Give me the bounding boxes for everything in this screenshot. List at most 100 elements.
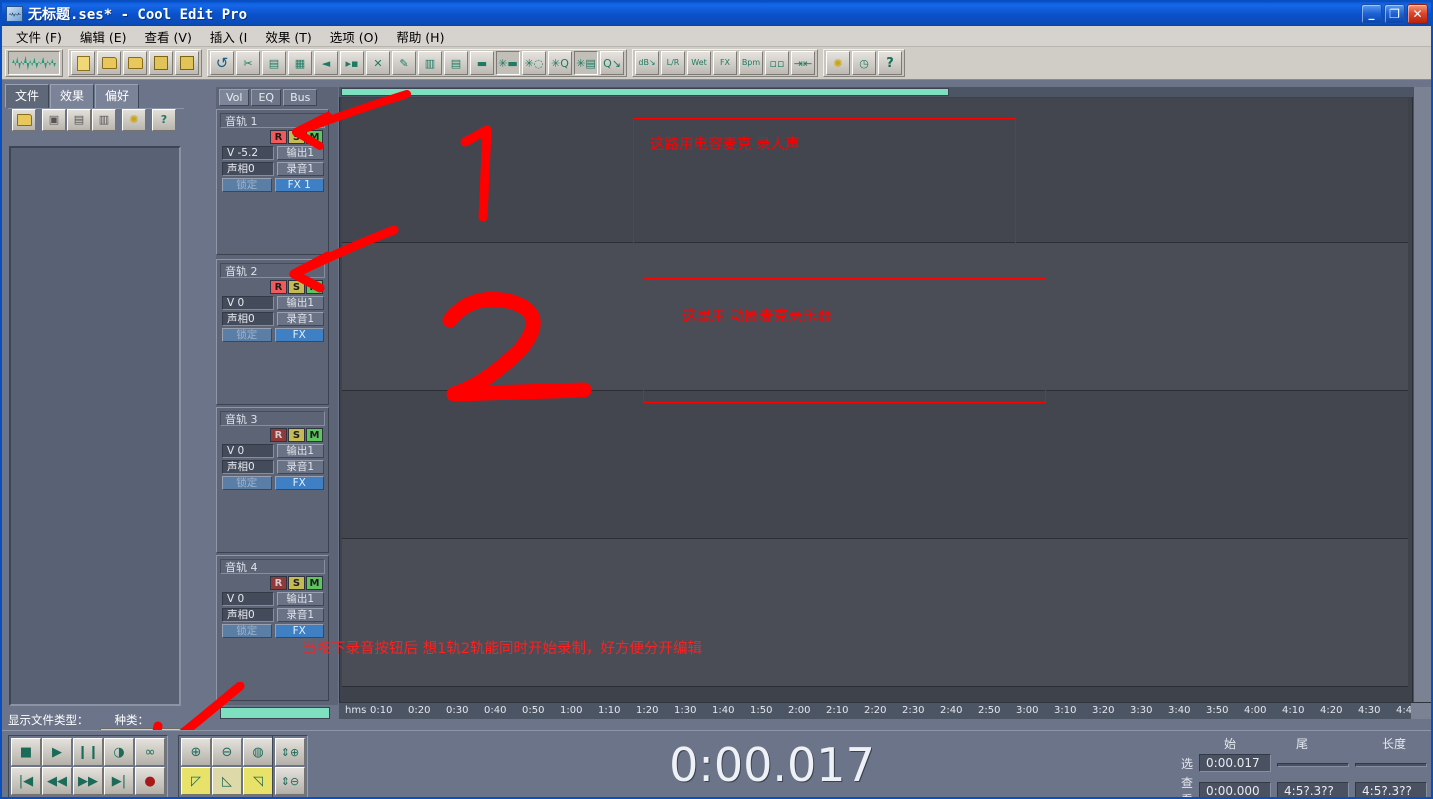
copy-icon[interactable]: ▤	[262, 51, 286, 75]
lock-button-4[interactable]: 锁定	[222, 624, 272, 638]
stop-icon[interactable]: ■	[11, 738, 41, 766]
zoom-full-icon[interactable]: ◍	[243, 738, 273, 766]
lock-button-1[interactable]: 锁定	[222, 178, 272, 192]
mute-button-3[interactable]: M	[306, 428, 323, 442]
snap-cue-icon[interactable]: ✳Q	[548, 51, 572, 75]
tab-effects[interactable]: 效果	[50, 84, 95, 108]
tab-favorites[interactable]: 偏好	[95, 84, 140, 108]
fx-button-4[interactable]: FX	[274, 624, 324, 638]
tab-eq[interactable]: EQ	[251, 89, 282, 106]
mute-button-2[interactable]: M	[306, 280, 323, 294]
zoom-in-right-icon[interactable]: ◹	[243, 767, 273, 795]
solo-button-2[interactable]: S	[288, 280, 305, 294]
menu-edit[interactable]: 编辑 (E)	[71, 25, 136, 48]
marker-icon[interactable]: ✎	[392, 51, 416, 75]
fast-forward-icon[interactable]: ▶▶	[73, 767, 103, 795]
tab-bus[interactable]: Bus	[283, 89, 318, 106]
selection-end-field[interactable]	[1277, 763, 1350, 767]
horizontal-scrollbar[interactable]	[339, 87, 1413, 97]
pan-field-2[interactable]: 声相0	[222, 312, 274, 326]
menu-effects[interactable]: 效果 (T)	[256, 25, 320, 48]
play-icon[interactable]: ▶	[42, 738, 72, 766]
pan-field-1[interactable]: 声相0	[222, 162, 274, 176]
timeline-ruler[interactable]: hms 0:10 0:20 0:30 0:40 0:50 1:00 1:10 1…	[339, 702, 1431, 719]
fx-button-3[interactable]: FX	[274, 476, 324, 490]
open-folder-icon[interactable]	[97, 51, 121, 75]
rec-device-button-4[interactable]: 录音1	[276, 608, 324, 622]
record-arm-button-4[interactable]: R	[270, 576, 287, 590]
menu-view[interactable]: 查看 (V)	[136, 25, 201, 48]
waveform-icon[interactable]	[8, 51, 60, 75]
pan-lr-icon[interactable]: L/R	[661, 51, 685, 75]
options-icon[interactable]: ✺	[122, 108, 146, 131]
lock-button-3[interactable]: 锁定	[222, 476, 272, 490]
minimize-button[interactable]: _	[1361, 4, 1382, 24]
selection-start-field[interactable]: 0:00.017	[1199, 754, 1272, 772]
track-order-icon[interactable]: ▬	[470, 51, 494, 75]
zoom-in-horizontal-icon[interactable]: ⊕	[181, 738, 211, 766]
track-column-scroll-thumb[interactable]	[220, 707, 330, 719]
selection-length-field[interactable]	[1355, 763, 1428, 767]
close-file-icon[interactable]: ▣	[42, 108, 66, 131]
go-to-end-icon[interactable]: ▶|	[104, 767, 134, 795]
output-button-2[interactable]: 输出1	[276, 296, 324, 310]
loop-icon[interactable]: ∞	[135, 738, 165, 766]
insert-icon[interactable]: ▤	[67, 108, 91, 131]
fx-button-1[interactable]: FX 1	[274, 178, 324, 192]
undo-icon[interactable]: ↺	[210, 51, 234, 75]
save-as-icon[interactable]	[175, 51, 199, 75]
maximize-button[interactable]: ❐	[1384, 4, 1405, 24]
zoom-in-left-icon[interactable]: ◺	[212, 767, 242, 795]
solo-button-3[interactable]: S	[288, 428, 305, 442]
volume-field-4[interactable]: V 0	[222, 592, 274, 606]
track-lane-4[interactable]	[342, 539, 1408, 687]
close-button[interactable]: ✕	[1407, 4, 1428, 24]
zoom-in-vertical-icon[interactable]: ⇕⊕	[275, 738, 305, 766]
fx-button-2[interactable]: FX	[274, 328, 324, 342]
cue-list-icon[interactable]: ▥	[418, 51, 442, 75]
play-list-icon[interactable]: ▤	[444, 51, 468, 75]
zoom-out-horizontal-icon[interactable]: ⊖	[212, 738, 242, 766]
mute-button-1[interactable]: M	[306, 130, 323, 144]
menu-file[interactable]: 文件 (F)	[7, 25, 71, 48]
snap-loop-icon[interactable]: Q↘	[600, 51, 624, 75]
solo-button-4[interactable]: S	[288, 576, 305, 590]
zoom-to-selection-icon[interactable]: ◸	[181, 767, 211, 795]
file-list[interactable]	[9, 146, 181, 706]
help-icon[interactable]: ?	[152, 108, 176, 131]
solo-button-1[interactable]: S	[288, 130, 305, 144]
trim-icon[interactable]: ▸▪	[340, 51, 364, 75]
track-name-2[interactable]: 音轨 2	[220, 263, 325, 278]
new-file-icon[interactable]	[71, 51, 95, 75]
lock-clip-icon[interactable]: ▫▫	[765, 51, 789, 75]
open-append-icon[interactable]	[123, 51, 147, 75]
pan-field-4[interactable]: 声相0	[222, 608, 274, 622]
mix-paste-icon[interactable]: ◄	[314, 51, 338, 75]
track-name-3[interactable]: 音轨 3	[220, 411, 325, 426]
fx-envelope-icon[interactable]: FX	[713, 51, 737, 75]
menu-options[interactable]: 选项 (O)	[321, 25, 388, 48]
track-name-1[interactable]: 音轨 1	[220, 113, 325, 128]
record-icon[interactable]: ●	[135, 767, 165, 795]
tab-files[interactable]: 文件	[5, 84, 50, 108]
output-button-3[interactable]: 输出1	[276, 444, 324, 458]
rewind-icon[interactable]: ◀◀	[42, 767, 72, 795]
save-icon[interactable]	[149, 51, 173, 75]
record-arm-button-1[interactable]: R	[270, 130, 287, 144]
go-to-start-icon[interactable]: |◀	[11, 767, 41, 795]
wave-block-icon[interactable]: ⇥⇤	[791, 51, 815, 75]
zoom-out-vertical-icon[interactable]: ⇕⊖	[275, 767, 305, 795]
volume-field-1[interactable]: V -5.2	[222, 146, 274, 160]
output-button-4[interactable]: 输出1	[276, 592, 324, 606]
track-lane-3[interactable]	[342, 391, 1408, 539]
tab-vol[interactable]: Vol	[219, 89, 250, 106]
record-arm-button-2[interactable]: R	[270, 280, 287, 294]
snap-grid-icon[interactable]: ✳▬	[496, 51, 520, 75]
menu-help[interactable]: 帮助 (H)	[387, 25, 453, 48]
time-display[interactable]: 0:00.017	[562, 737, 982, 792]
help-icon[interactable]: ?	[878, 51, 902, 75]
db-curve-icon[interactable]: dB↘	[635, 51, 659, 75]
record-arm-button-3[interactable]: R	[270, 428, 287, 442]
play-from-cursor-icon[interactable]: ◑	[104, 738, 134, 766]
bpm-icon[interactable]: Bpm	[739, 51, 763, 75]
